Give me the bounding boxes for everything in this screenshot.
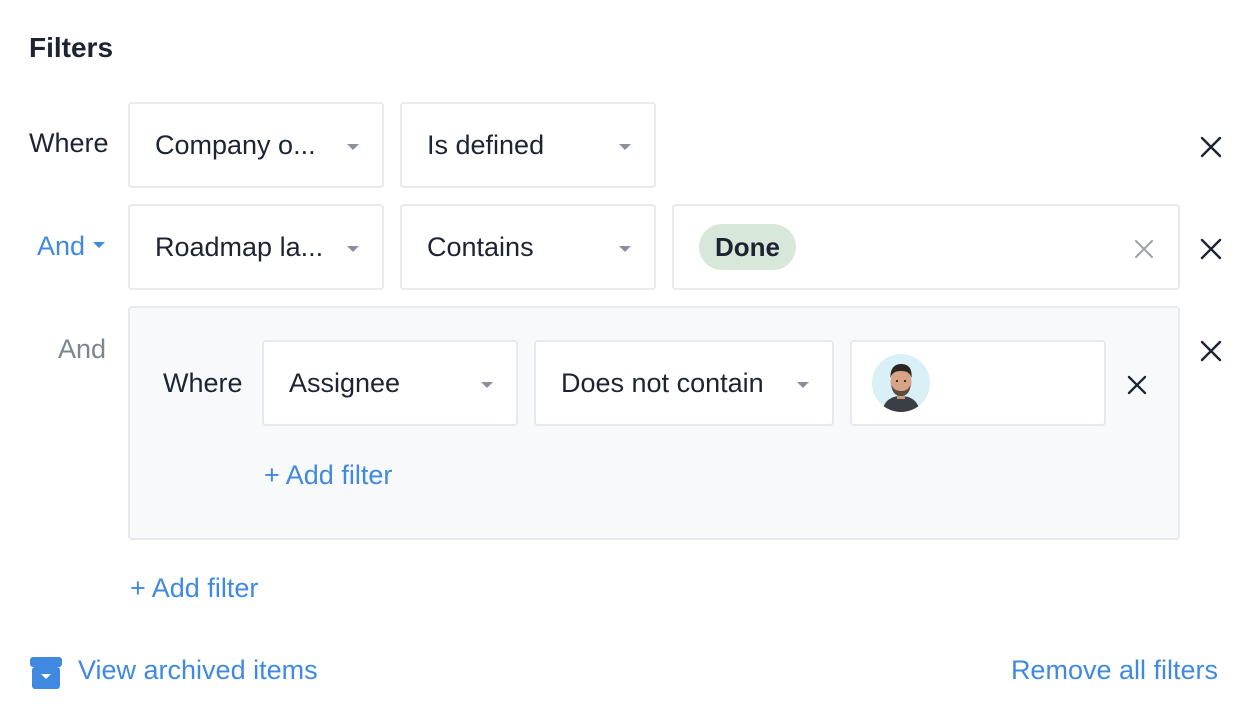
- group-row-operator-select[interactable]: Does not contain: [534, 340, 834, 426]
- row-2-operator-value: Contains: [427, 231, 534, 262]
- row-2-field-value: Roadmap la...: [155, 231, 324, 262]
- group-conjunction: And: [58, 334, 107, 364]
- close-icon: [1135, 240, 1153, 258]
- add-filter-link[interactable]: + Add filter: [130, 573, 258, 604]
- close-icon: [1200, 136, 1222, 158]
- remove-row-2-button[interactable]: [1199, 237, 1223, 261]
- row-2-conjunction-dropdown[interactable]: And: [37, 231, 106, 262]
- filter-group: Where Assignee Does not contain + Add fi…: [128, 306, 1180, 540]
- chevron-down-icon: [481, 382, 493, 388]
- panel-title: Filters: [29, 32, 114, 63]
- chevron-down-icon: [619, 144, 631, 150]
- close-icon: [1200, 340, 1222, 362]
- close-icon: [1127, 375, 1147, 395]
- chevron-down-icon: [797, 382, 809, 388]
- archive-icon[interactable]: [29, 656, 63, 690]
- row-2-operator-select[interactable]: Contains: [400, 204, 656, 290]
- value-tag: Done: [699, 224, 796, 270]
- chevron-down-icon: [93, 241, 106, 248]
- remove-row-1-button[interactable]: [1199, 135, 1223, 159]
- filters-panel: Filters Where Company o... Is defined An…: [0, 0, 1250, 718]
- user-avatar: [872, 354, 930, 412]
- remove-group-button[interactable]: [1199, 339, 1223, 363]
- row-1-conjunction: Where: [29, 128, 109, 158]
- row-2-field-select[interactable]: Roadmap la...: [128, 204, 384, 290]
- group-row-operator-value: Does not contain: [561, 367, 764, 398]
- remove-group-row-button[interactable]: [1126, 374, 1148, 396]
- user-avatar-icon: [872, 354, 930, 412]
- row-1-operator-value: Is defined: [427, 129, 545, 160]
- close-icon: [1200, 238, 1222, 260]
- chevron-down-icon: [347, 246, 359, 252]
- remove-all-filters-link[interactable]: Remove all filters: [1011, 655, 1218, 686]
- row-1-field-value: Company o...: [155, 129, 316, 160]
- group-add-filter-link[interactable]: + Add filter: [264, 460, 392, 491]
- row-2-conjunction-label: And: [37, 231, 86, 261]
- archive-box-icon: [30, 657, 62, 689]
- row-1-field-select[interactable]: Company o...: [128, 102, 384, 188]
- chevron-down-icon: [619, 246, 631, 252]
- group-row-conjunction: Where: [163, 368, 243, 398]
- row-2-value-input[interactable]: Done: [672, 204, 1180, 290]
- clear-value-button[interactable]: [1134, 239, 1154, 259]
- group-row-field-value: Assignee: [289, 367, 401, 398]
- group-row-value-input[interactable]: [850, 340, 1106, 426]
- chevron-down-icon: [347, 144, 359, 150]
- row-1-operator-select[interactable]: Is defined: [400, 102, 656, 188]
- group-row-field-select[interactable]: Assignee: [262, 340, 518, 426]
- view-archived-items-link[interactable]: View archived items: [78, 655, 318, 686]
